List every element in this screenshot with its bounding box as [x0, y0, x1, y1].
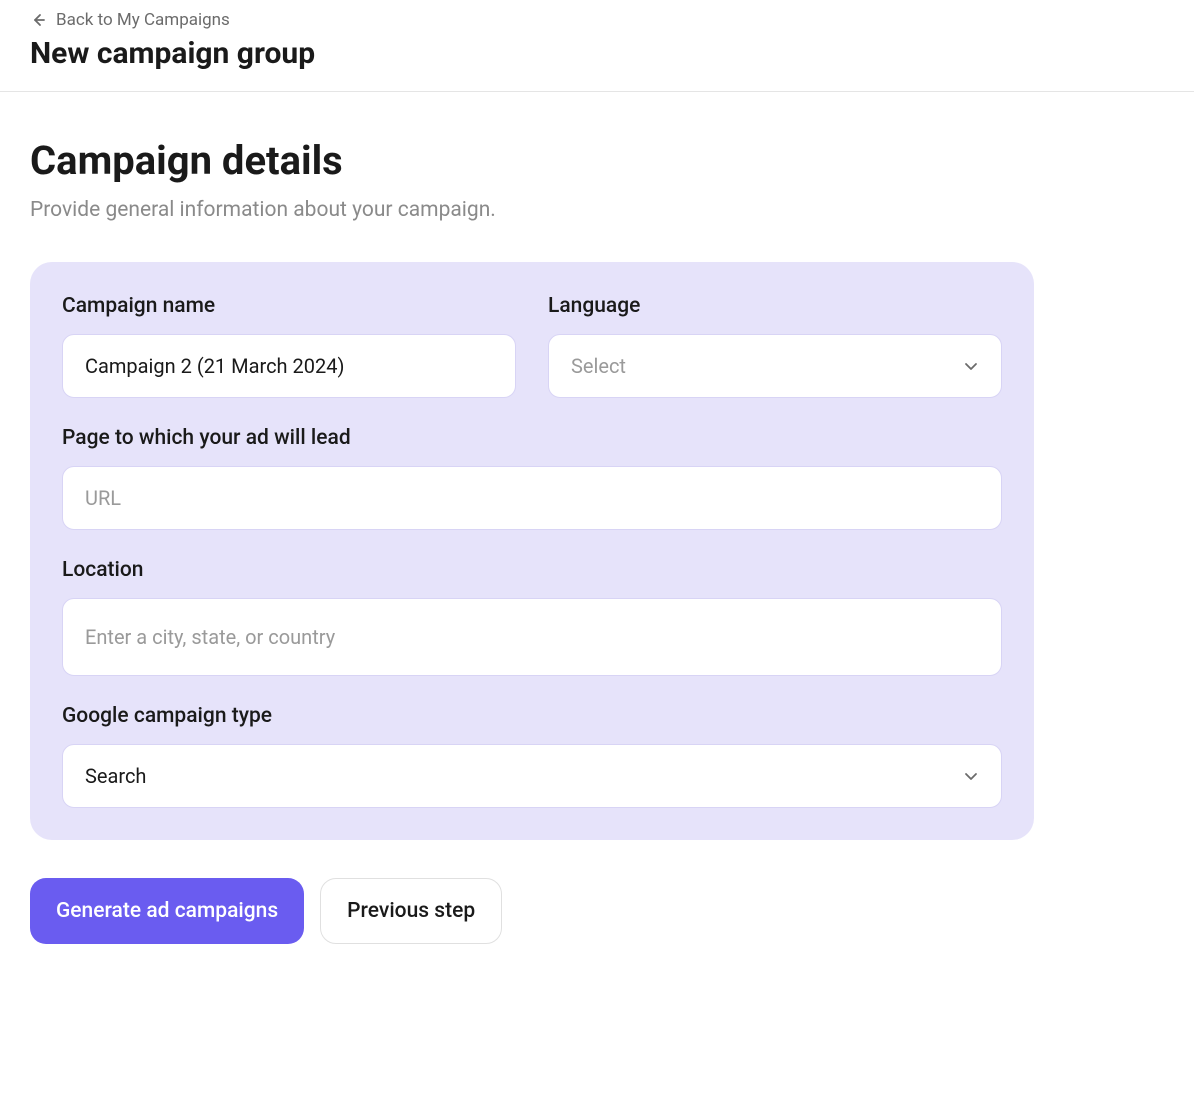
location-field: Location [62, 558, 1002, 676]
back-link[interactable]: Back to My Campaigns [30, 10, 230, 30]
campaign-type-label: Google campaign type [62, 704, 1002, 728]
action-row: Generate ad campaigns Previous step [30, 878, 1164, 944]
section-subtitle: Provide general information about your c… [30, 198, 1164, 222]
previous-step-button[interactable]: Previous step [320, 878, 502, 944]
language-select[interactable]: Select [548, 334, 1002, 398]
location-label: Location [62, 558, 1002, 582]
form-card: Campaign name Language Select Page to wh… [30, 262, 1034, 840]
language-field: Language Select [548, 294, 1002, 398]
campaign-type-select[interactable]: Search [62, 744, 1002, 808]
campaign-type-field: Google campaign type Search [62, 704, 1002, 808]
page-url-field: Page to which your ad will lead [62, 426, 1002, 530]
location-input[interactable] [62, 598, 1002, 676]
arrow-left-icon [30, 12, 46, 28]
back-link-label: Back to My Campaigns [56, 10, 230, 30]
campaign-name-label: Campaign name [62, 294, 516, 318]
page-url-label: Page to which your ad will lead [62, 426, 1002, 450]
campaign-name-input[interactable] [62, 334, 516, 398]
section-title: Campaign details [30, 137, 1164, 184]
page-url-input[interactable] [62, 466, 1002, 530]
page-header: Back to My Campaigns New campaign group [0, 0, 1194, 92]
generate-button[interactable]: Generate ad campaigns [30, 878, 304, 944]
campaign-name-field: Campaign name [62, 294, 516, 398]
main-content: Campaign details Provide general informa… [0, 92, 1194, 974]
language-label: Language [548, 294, 1002, 318]
page-title: New campaign group [30, 36, 1164, 71]
